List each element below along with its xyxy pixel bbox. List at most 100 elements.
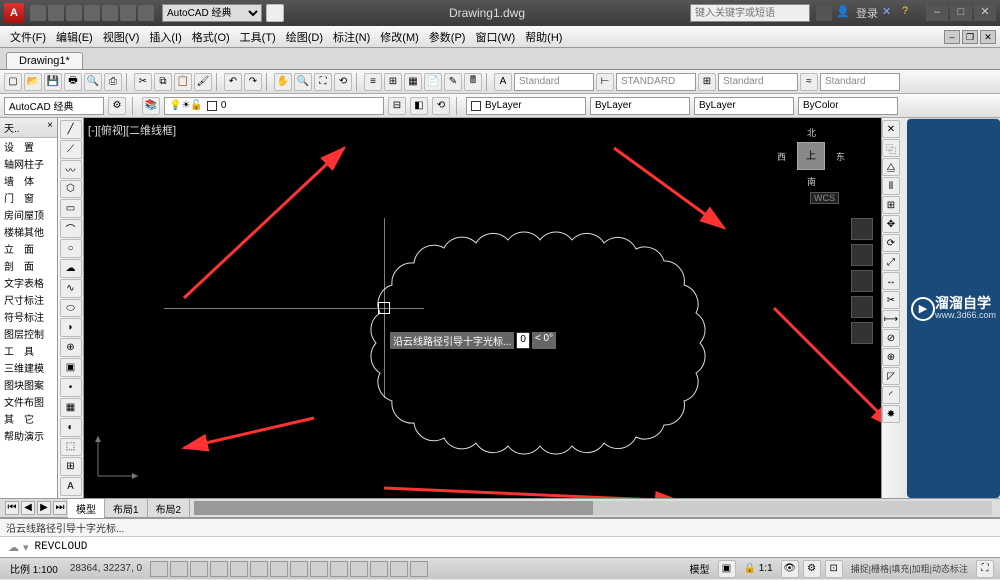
wcs-label[interactable]: WCS: [810, 192, 839, 204]
panel-item-layerctrl[interactable]: 图层控制: [0, 325, 57, 342]
ortho-toggle[interactable]: [190, 561, 208, 577]
open-icon[interactable]: 📂: [24, 73, 42, 91]
nav-showmotion-icon[interactable]: [851, 322, 873, 344]
status-clean-icon[interactable]: ⛶: [976, 560, 994, 578]
command-input[interactable]: [31, 539, 996, 555]
dsgnctr-icon[interactable]: ⊞: [384, 73, 402, 91]
erase-icon[interactable]: ✕: [882, 120, 900, 138]
menu-draw[interactable]: 绘图(D): [282, 27, 327, 47]
menu-tools[interactable]: 工具(T): [236, 27, 280, 47]
point-icon[interactable]: •: [60, 378, 82, 397]
dyn-length-field[interactable]: 0: [516, 332, 530, 349]
linetype-dropdown[interactable]: ByLayer: [590, 97, 690, 115]
tab-last-icon[interactable]: ⏭: [53, 501, 67, 515]
props-icon[interactable]: ≡: [364, 73, 382, 91]
qp-toggle[interactable]: [370, 561, 388, 577]
nav-zoom-icon[interactable]: [851, 270, 873, 292]
help-icon[interactable]: ?: [902, 5, 918, 21]
mtext-icon[interactable]: A: [60, 477, 82, 496]
maximize-button[interactable]: □: [950, 5, 972, 21]
dimstyle-dropdown[interactable]: STANDARD: [616, 73, 696, 91]
qat-save-icon[interactable]: [66, 5, 82, 21]
line-icon[interactable]: ╱: [60, 120, 82, 139]
pline-icon[interactable]: 〰: [60, 160, 82, 179]
nav-wheel-icon[interactable]: [851, 218, 873, 240]
panel-item-dim[interactable]: 尺寸标注: [0, 291, 57, 308]
tablestyle-dropdown[interactable]: Standard: [718, 73, 798, 91]
tab-layout2[interactable]: 布局2: [148, 499, 191, 518]
publish-icon[interactable]: ⎙: [104, 73, 122, 91]
menu-dimension[interactable]: 标注(N): [329, 27, 374, 47]
panel-close-icon[interactable]: ×: [47, 120, 53, 135]
qat-saveas-icon[interactable]: [84, 5, 100, 21]
mirror-icon[interactable]: ⧋: [882, 158, 900, 176]
panel-item-wall[interactable]: 墙 体: [0, 172, 57, 189]
viewcube-north[interactable]: 北: [807, 126, 816, 139]
polar-toggle[interactable]: [210, 561, 228, 577]
viewcube[interactable]: 北 西 东 南 上: [783, 128, 839, 184]
menu-window[interactable]: 窗口(W): [471, 27, 519, 47]
gradient-icon[interactable]: ◐: [60, 418, 82, 437]
offset-icon[interactable]: ⫴: [882, 177, 900, 195]
minimize-button[interactable]: –: [926, 5, 948, 21]
menu-modify[interactable]: 修改(M): [376, 27, 423, 47]
menu-insert[interactable]: 插入(I): [145, 27, 185, 47]
qat-redo-icon[interactable]: [138, 5, 154, 21]
markup-icon[interactable]: ✎: [444, 73, 462, 91]
nav-orbit-icon[interactable]: [851, 296, 873, 318]
menu-file[interactable]: 文件(F): [6, 27, 50, 47]
layer-props-icon[interactable]: 📚: [142, 97, 160, 115]
help-search-input[interactable]: [690, 4, 810, 22]
login-label[interactable]: 登录: [856, 5, 878, 21]
panel-item-tools[interactable]: 工 具: [0, 342, 57, 359]
status-annoscale[interactable]: 🔒 1:1: [740, 562, 777, 575]
dimstyle-icon[interactable]: ⊢: [596, 73, 614, 91]
panel-item-other[interactable]: 其 它: [0, 410, 57, 427]
panel-item-door[interactable]: 门 窗: [0, 189, 57, 206]
ellipse-icon[interactable]: ⬭: [60, 299, 82, 318]
panel-item-help[interactable]: 帮助演示: [0, 427, 57, 444]
print-icon[interactable]: 🖶: [64, 73, 82, 91]
textstyle-icon[interactable]: A: [494, 73, 512, 91]
panel-item-section[interactable]: 剖 面: [0, 257, 57, 274]
lwt-toggle[interactable]: [330, 561, 348, 577]
menu-param[interactable]: 参数(P): [425, 27, 470, 47]
user-icon[interactable]: 👤: [836, 5, 852, 21]
copy-obj-icon[interactable]: ⿻: [882, 139, 900, 157]
region-icon[interactable]: ⬚: [60, 438, 82, 457]
osnap-toggle[interactable]: [230, 561, 248, 577]
file-tab-active[interactable]: Drawing1*: [6, 52, 83, 69]
menu-format[interactable]: 格式(O): [188, 27, 234, 47]
tab-prev-icon[interactable]: ◀: [21, 501, 35, 515]
pan-icon[interactable]: ✋: [274, 73, 292, 91]
panel-item-3d[interactable]: 三维建模: [0, 359, 57, 376]
viewcube-east[interactable]: 东: [836, 150, 845, 163]
status-layout-icon[interactable]: ▣: [718, 560, 736, 578]
panel-item-stair[interactable]: 楼梯其他: [0, 223, 57, 240]
textstyle-dropdown[interactable]: Standard: [514, 73, 594, 91]
zoom-icon[interactable]: 🔍: [294, 73, 312, 91]
panel-item-symbol[interactable]: 符号标注: [0, 308, 57, 325]
grid-toggle[interactable]: [170, 561, 188, 577]
arc-icon[interactable]: ⌒: [60, 219, 82, 238]
layer-prev-icon[interactable]: ⟲: [432, 97, 450, 115]
dyn-toggle[interactable]: [310, 561, 328, 577]
mleaderstyle-dropdown[interactable]: Standard: [820, 73, 900, 91]
rotate-icon[interactable]: ⟳: [882, 234, 900, 252]
tab-model[interactable]: 模型: [68, 499, 105, 518]
viewcube-south[interactable]: 南: [807, 175, 816, 188]
ellipsearc-icon[interactable]: ◗: [60, 318, 82, 337]
status-right-toggles[interactable]: 捕捉|栅格|填充|加粗|动态标注: [847, 561, 972, 576]
circle-icon[interactable]: ○: [60, 239, 82, 258]
doc-close-button[interactable]: ✕: [980, 30, 996, 44]
match-icon[interactable]: 🖌: [194, 73, 212, 91]
workspace-gear-icon[interactable]: [266, 4, 284, 22]
otrack-toggle[interactable]: [270, 561, 288, 577]
new-icon[interactable]: ▢: [4, 73, 22, 91]
save-icon[interactable]: 💾: [44, 73, 62, 91]
chamfer-icon[interactable]: ◸: [882, 367, 900, 385]
polygon-icon[interactable]: ⬡: [60, 180, 82, 199]
qat-plot-icon[interactable]: [102, 5, 118, 21]
am-toggle[interactable]: [410, 561, 428, 577]
extend-icon[interactable]: ⟼: [882, 310, 900, 328]
